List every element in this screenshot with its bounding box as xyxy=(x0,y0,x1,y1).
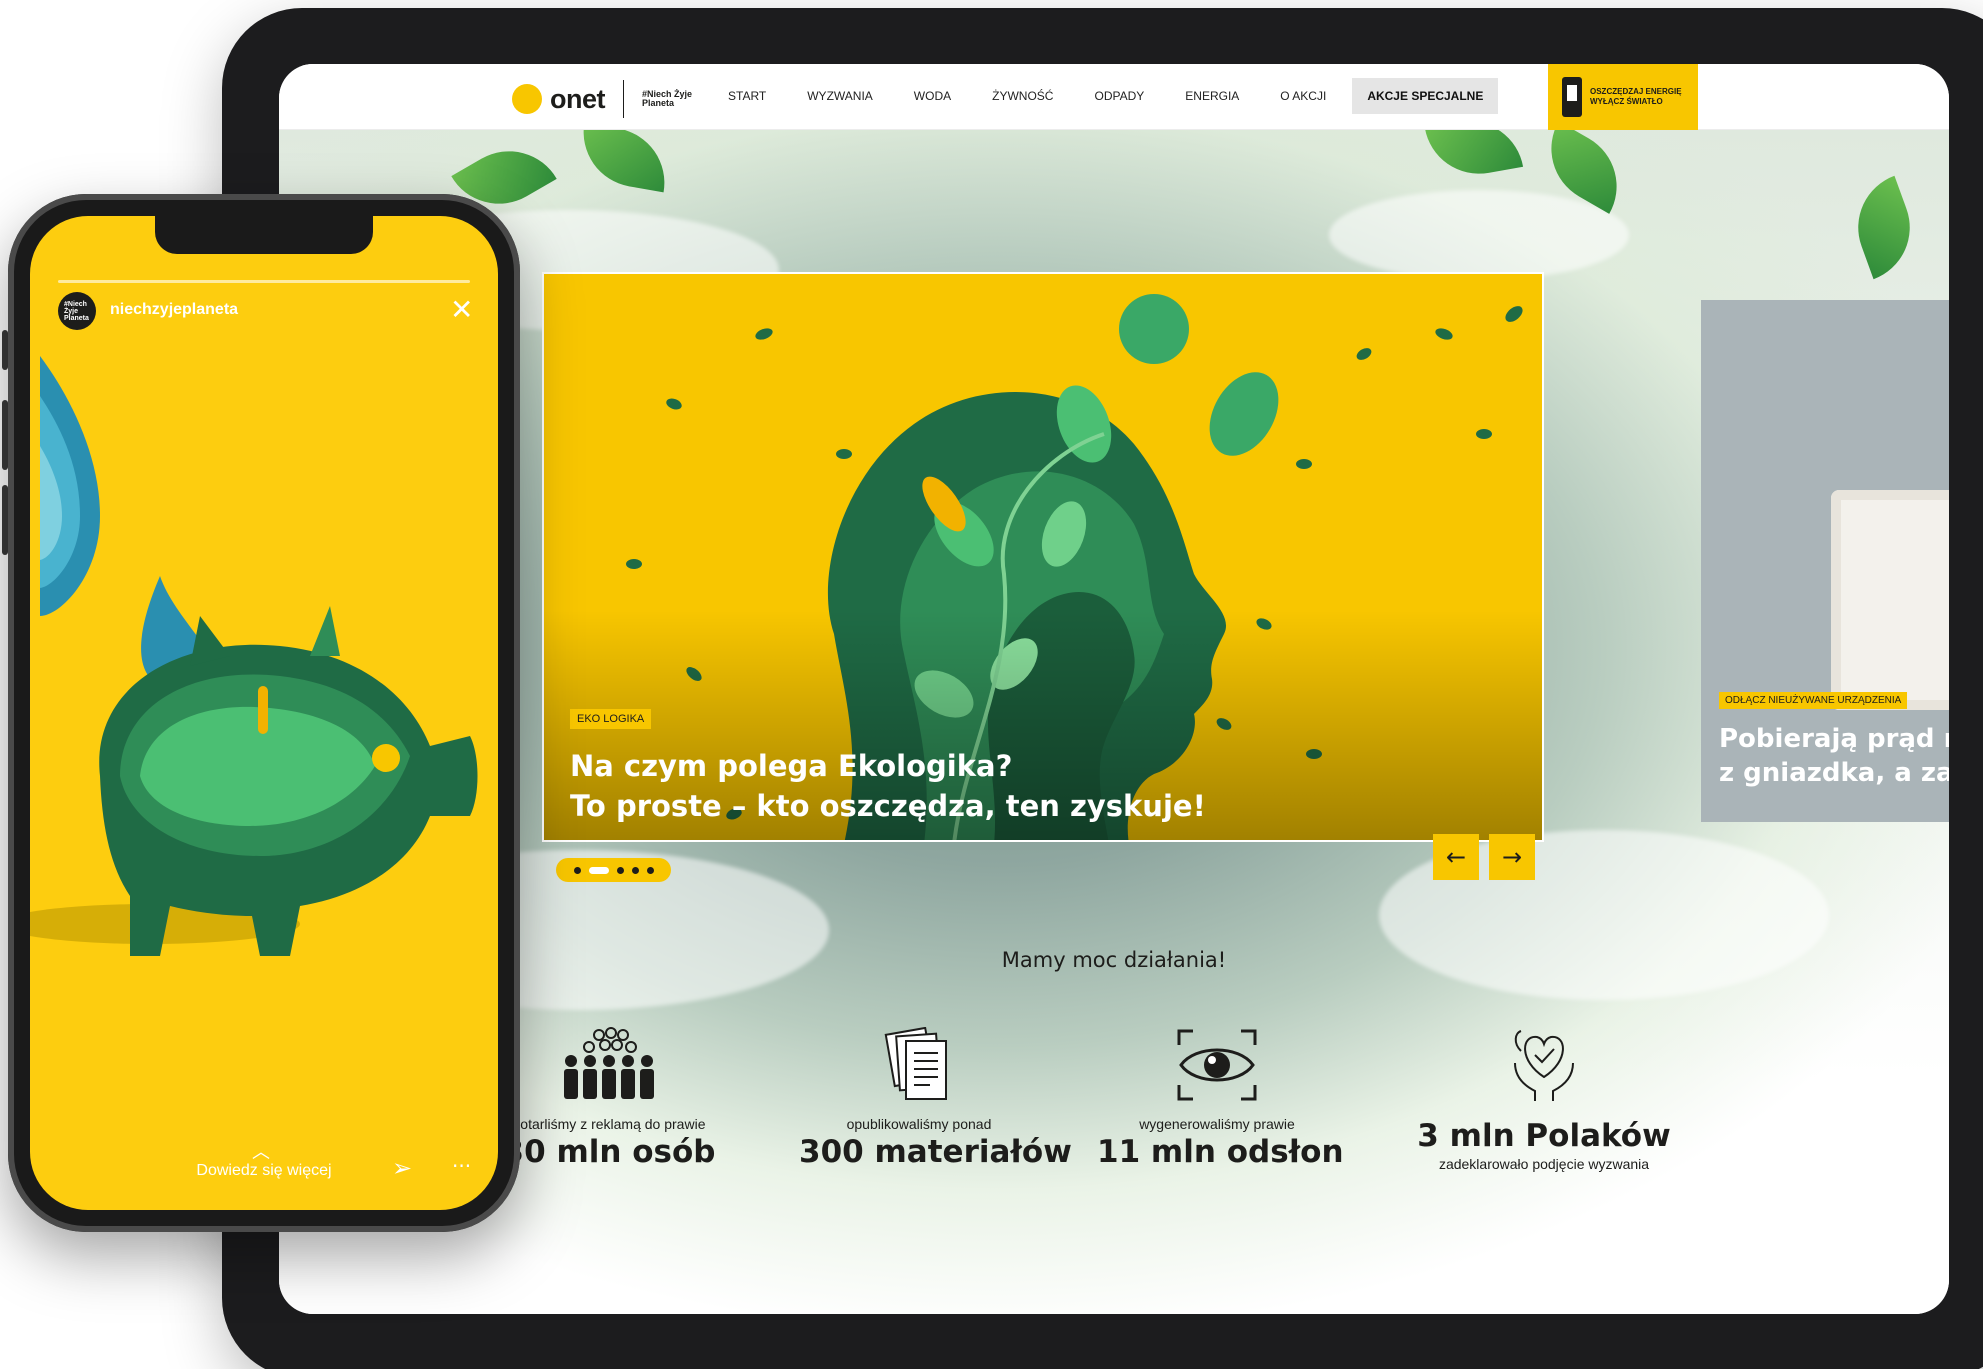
slider-prev-button[interactable]: ← xyxy=(1433,834,1479,880)
tablet-screen: onet #Niech Żyje Planeta START WYZWANIA … xyxy=(279,64,1949,1314)
promo-text: OSZCZĘDZAJ ENERGIĘ WYŁĄCZ ŚWIATŁO xyxy=(1590,87,1682,107)
slider-dot[interactable] xyxy=(646,866,654,874)
story-username[interactable]: niechzyjeplaneta xyxy=(110,301,238,319)
promo-banner[interactable]: OSZCZĘDZAJ ENERGIĘ WYŁĄCZ ŚWIATŁO xyxy=(1548,64,1698,130)
stat-value: 11 mln odsłon xyxy=(1097,1134,1344,1170)
nav-item-akcje-specjalne[interactable]: AKCJE SPECJALNE xyxy=(1352,78,1499,114)
slider-main-slide[interactable]: EKO LOGIKA Na czym polega Ekologika? To … xyxy=(542,272,1544,842)
stat-reach: dotarliśmy z reklamą do prawie 30 mln os… xyxy=(489,1024,729,1172)
documents-icon xyxy=(799,1024,1039,1106)
logo-brand: onet xyxy=(550,83,606,114)
story-cta-link[interactable]: Dowiedz się więcej xyxy=(30,1162,498,1180)
site-header: onet #Niech Żyje Planeta START WYZWANIA … xyxy=(279,64,1949,130)
nav-item-wyzwania[interactable]: WYZWANIA xyxy=(807,89,873,103)
stat-views: wygenerowaliśmy prawie 11 mln odsłon xyxy=(1097,1024,1344,1172)
slide-title-line1: Na czym polega Ekologika? xyxy=(570,749,1013,783)
send-icon[interactable]: ➢ xyxy=(392,1154,412,1182)
stat-declarations: 3 mln Polaków zadeklarowało podjęcie wyz… xyxy=(1399,1024,1689,1172)
slide-category-tag[interactable]: EKO LOGIKA xyxy=(570,709,652,729)
phone-device: #Niech Żyje Planeta niechzyjeplaneta ✕ ︿… xyxy=(8,194,520,1232)
eye-icon xyxy=(1097,1024,1337,1106)
next-slide-title-line2: z gniazdka, a zas xyxy=(1719,758,1949,788)
promo-line2: WYŁĄCZ ŚWIATŁO xyxy=(1590,97,1663,106)
slide-title[interactable]: Na czym polega Ekologika? To proste – kt… xyxy=(570,746,1370,826)
promo-line1: OSZCZĘDZAJ ENERGIĘ xyxy=(1590,87,1682,96)
stats-heading: Mamy moc działania! xyxy=(1001,948,1227,972)
onet-logo[interactable]: onet #Niech Żyje Planeta xyxy=(512,80,694,118)
nav-item-start[interactable]: START xyxy=(728,89,766,103)
more-icon[interactable]: ··· xyxy=(452,1154,471,1178)
stat-pre-text: dotarliśmy z reklamą do prawie xyxy=(512,1116,706,1132)
nav-item-o-akcji[interactable]: O AKCJI xyxy=(1280,89,1326,103)
next-slide-title[interactable]: Pobierają prąd n z gniazdka, a zas xyxy=(1719,722,1949,790)
phone-notch xyxy=(155,216,373,254)
stat-value: 300 materiałów xyxy=(799,1134,1072,1170)
nav-item-zywnosc[interactable]: ŻYWNOŚĆ xyxy=(992,89,1053,103)
stat-value: 30 mln osób xyxy=(502,1134,716,1170)
stat-pre-text: wygenerowaliśmy prawie xyxy=(1139,1116,1295,1132)
stat-post-text: zadeklarowało podjęcie wyzwania xyxy=(1438,1156,1650,1172)
instagram-story: #Niech Żyje Planeta niechzyjeplaneta ✕ ︿… xyxy=(30,216,498,1210)
people-crowd-icon xyxy=(489,1024,729,1106)
slider-dot[interactable] xyxy=(573,866,581,874)
stat-materials: opublikowaliśmy ponad 300 materiałów xyxy=(799,1024,1072,1172)
slider-pagination xyxy=(556,858,671,882)
slider-dot[interactable] xyxy=(616,866,624,874)
logo-dot-icon xyxy=(512,84,542,114)
stat-pre-text: opublikowaliśmy ponad xyxy=(846,1116,992,1132)
slider-next-button[interactable]: → xyxy=(1489,834,1535,880)
logo-campaign: #Niech Żyje Planeta xyxy=(642,89,693,108)
nav-item-odpady[interactable]: ODPADY xyxy=(1094,89,1144,103)
piggy-bank-illustration xyxy=(30,356,478,956)
wall-socket-image xyxy=(1831,490,1949,710)
arrow-left-icon: ← xyxy=(1445,843,1467,871)
main-nav: START WYZWANIA WODA ŻYWNOŚĆ ODPADY ENERG… xyxy=(728,78,1499,114)
mockup-scene: onet #Niech Żyje Planeta START WYZWANIA … xyxy=(0,0,1983,1369)
slider-dot-active[interactable] xyxy=(588,866,609,874)
story-progress-bar xyxy=(58,280,470,283)
close-icon[interactable]: ✕ xyxy=(450,296,473,324)
arrow-right-icon: → xyxy=(1501,843,1523,871)
stat-value: 3 mln Polaków xyxy=(1417,1118,1671,1154)
slider-next-slide[interactable]: ODŁĄCZ NIEUŻYWANE URZĄDZENIA Pobierają p… xyxy=(1701,300,1949,822)
hands-heart-icon xyxy=(1399,1024,1689,1106)
logo-separator xyxy=(623,80,624,118)
nav-item-woda[interactable]: WODA xyxy=(914,89,951,103)
chevron-up-icon[interactable]: ︿ xyxy=(252,1138,270,1164)
story-avatar[interactable]: #Niech Żyje Planeta xyxy=(58,292,96,330)
nav-item-energia[interactable]: ENERGIA xyxy=(1185,89,1239,103)
next-slide-tag[interactable]: ODŁĄCZ NIEUŻYWANE URZĄDZENIA xyxy=(1719,692,1908,709)
slider-dot[interactable] xyxy=(631,866,639,874)
next-slide-title-line1: Pobierają prąd n xyxy=(1719,724,1949,754)
phone-switch-icon xyxy=(1562,77,1582,117)
slide-title-line2: To proste – kto oszczędza, ten zyskuje! xyxy=(570,789,1206,823)
